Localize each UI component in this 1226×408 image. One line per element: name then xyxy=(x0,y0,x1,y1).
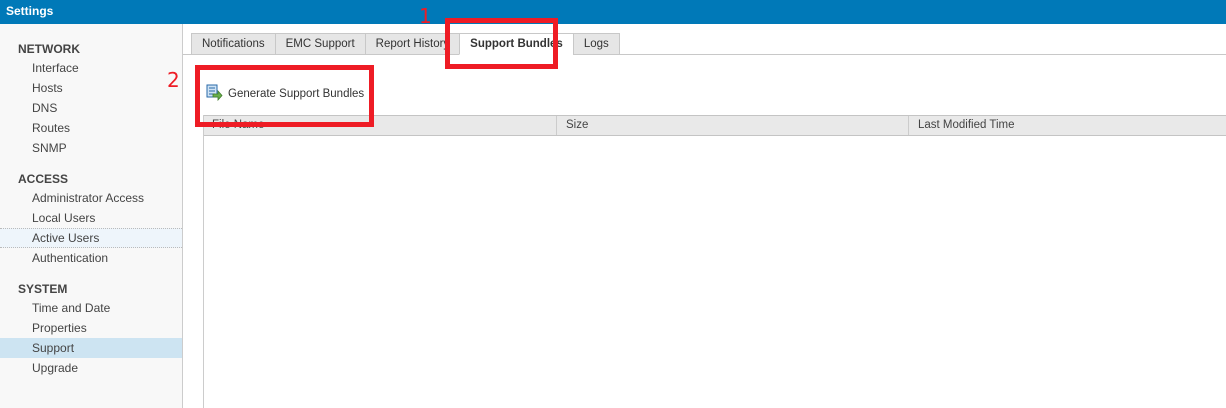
sidebar-item-upgrade[interactable]: Upgrade xyxy=(0,358,182,378)
sidebar-item-support[interactable]: Support xyxy=(0,338,182,358)
window-title: Settings xyxy=(0,0,1226,24)
generate-support-bundles-label: Generate Support Bundles xyxy=(228,88,365,100)
tab-notifications[interactable]: Notifications xyxy=(191,33,275,55)
sidebar-item-authentication[interactable]: Authentication xyxy=(0,248,182,268)
section-access: ACCESS xyxy=(18,172,69,186)
sidebar-item-dns[interactable]: DNS xyxy=(0,98,182,118)
column-last-modified-time[interactable]: Last Modified Time xyxy=(908,116,1226,135)
sidebar-item-snmp[interactable]: SNMP xyxy=(0,138,182,158)
sidebar-item-local-users[interactable]: Local Users xyxy=(0,208,182,228)
sidebar-item-interface[interactable]: Interface xyxy=(0,58,182,78)
tab-logs[interactable]: Logs xyxy=(572,33,620,55)
section-network: NETWORK xyxy=(18,42,80,56)
annotation-number-1: 1 xyxy=(419,4,432,28)
tab-bar: Notifications EMC Support Report History… xyxy=(191,33,620,55)
column-size[interactable]: Size xyxy=(556,116,908,135)
section-system: SYSTEM xyxy=(18,282,68,296)
sidebar-item-time-and-date[interactable]: Time and Date xyxy=(0,298,182,318)
settings-sidebar: NETWORK Interface Hosts DNS Routes SNMP … xyxy=(0,24,183,408)
tab-support-bundles[interactable]: Support Bundles xyxy=(459,33,573,55)
sidebar-item-properties[interactable]: Properties xyxy=(0,318,182,338)
bundles-table-border xyxy=(203,115,204,408)
sidebar-item-administrator-access[interactable]: Administrator Access xyxy=(0,188,182,208)
sidebar-item-routes[interactable]: Routes xyxy=(0,118,182,138)
generate-bundle-icon xyxy=(206,84,223,104)
column-file-name[interactable]: File Name xyxy=(203,116,556,135)
bundles-table-header: File Name Size Last Modified Time xyxy=(203,115,1226,136)
sidebar-item-active-users[interactable]: Active Users xyxy=(0,228,182,248)
tab-report-history[interactable]: Report History xyxy=(364,33,460,55)
annotation-number-2: 2 xyxy=(167,68,180,92)
sidebar-item-hosts[interactable]: Hosts xyxy=(0,78,182,98)
tab-emc-support[interactable]: EMC Support xyxy=(274,33,365,55)
generate-support-bundles-button[interactable]: Generate Support Bundles xyxy=(206,84,364,104)
